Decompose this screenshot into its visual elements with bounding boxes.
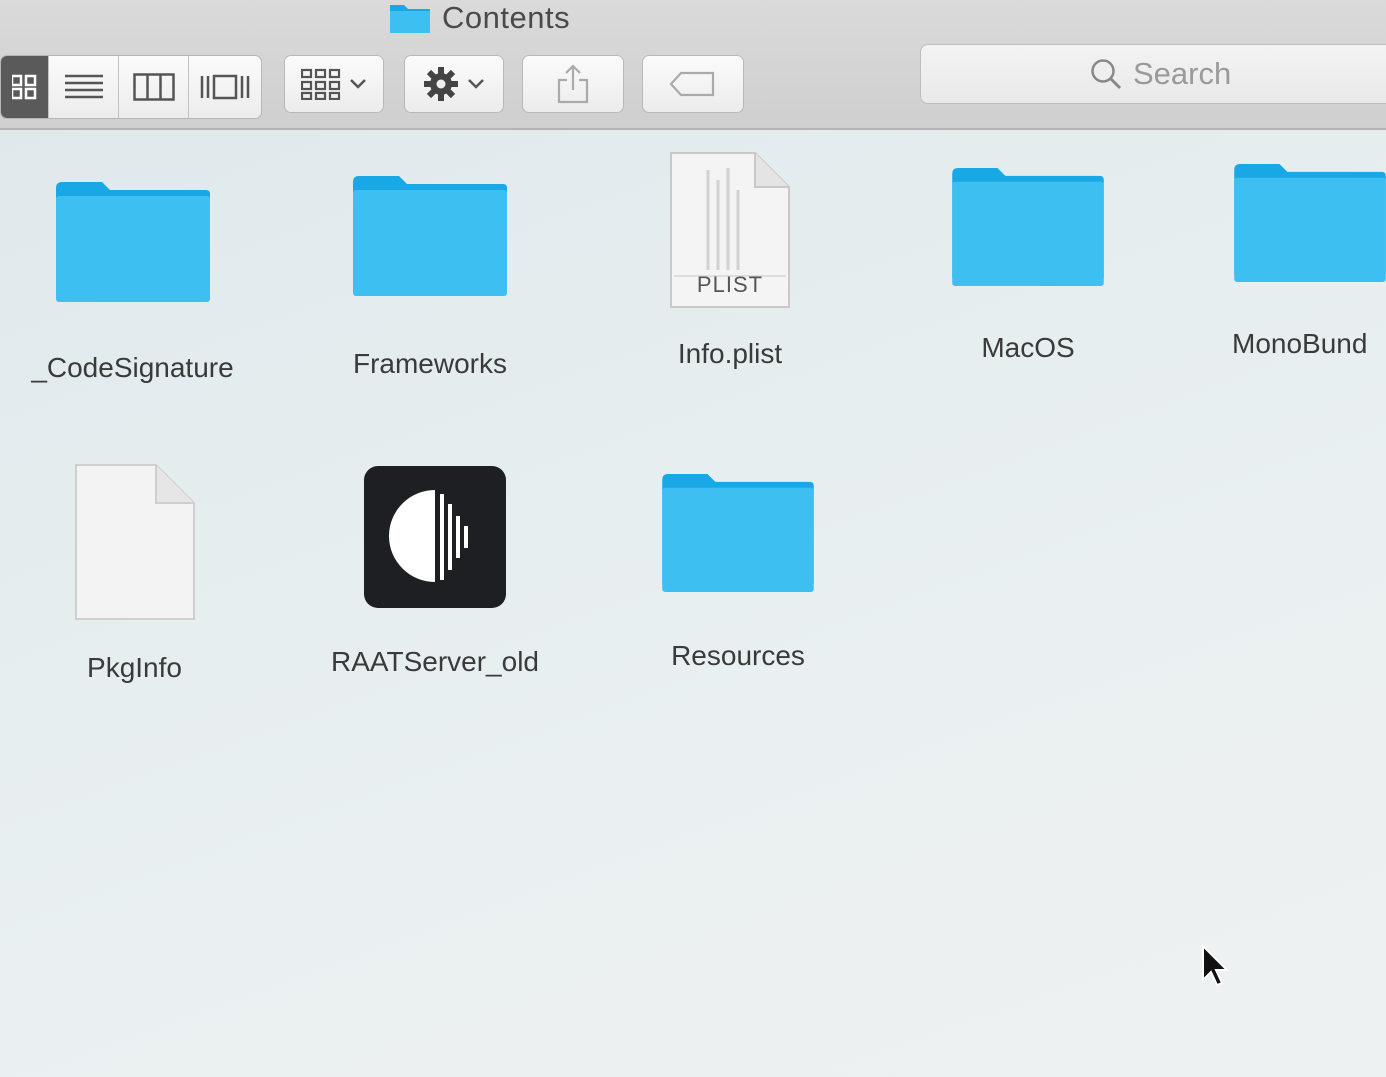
- search-icon: [1091, 59, 1122, 90]
- file-item-monobund[interactable]: MonoBund: [1232, 160, 1386, 360]
- file-browser-icon-grid: _CodeSignature Frameworks PLIST Info.pli…: [0, 130, 1386, 1077]
- finder-toolbar: Contents Search: [0, 0, 1386, 130]
- file-item-raatserver-old[interactable]: RAATServer_old: [305, 462, 565, 678]
- folder-icon: [952, 167, 1104, 287]
- document-icon: [74, 464, 195, 620]
- arrange-grid-icon: [301, 68, 341, 100]
- plist-badge: PLIST: [696, 272, 764, 297]
- file-item-codesignature[interactable]: _CodeSignature: [10, 174, 255, 384]
- cover-flow-icon: [200, 74, 250, 100]
- application-icon: [364, 466, 506, 608]
- column-view-icon: [132, 73, 175, 101]
- file-item-pkginfo[interactable]: PkgInfo: [12, 460, 257, 684]
- share-icon: [557, 64, 589, 104]
- file-name: Info.plist: [677, 338, 783, 369]
- icon-view-icon: [11, 74, 36, 100]
- column-view-button[interactable]: [119, 56, 189, 118]
- window-title: Contents: [388, 0, 570, 38]
- tag-button[interactable]: [642, 55, 744, 113]
- icon-view-button[interactable]: [1, 56, 49, 118]
- gear-icon: [424, 67, 458, 101]
- folder-icon: [353, 176, 507, 296]
- arrange-button[interactable]: [284, 55, 384, 113]
- file-name: _CodeSignature: [31, 352, 234, 383]
- mouse-cursor-icon: [1202, 944, 1230, 987]
- file-name: MonoBund: [1232, 328, 1368, 359]
- list-view-icon: [64, 74, 103, 99]
- cover-flow-view-button[interactable]: [189, 56, 261, 118]
- action-button[interactable]: [404, 55, 504, 113]
- window-title-text: Contents: [442, 0, 571, 35]
- chevron-down-icon: [350, 79, 366, 89]
- folder-icon: [662, 473, 814, 593]
- folder-icon: [390, 5, 430, 33]
- folder-icon: [55, 182, 210, 302]
- file-name: Resources: [671, 640, 805, 671]
- folder-icon: [1234, 163, 1386, 283]
- tag-icon: [669, 71, 715, 97]
- file-name: PkgInfo: [87, 652, 182, 683]
- file-name: RAATServer_old: [330, 646, 539, 677]
- file-name: Frameworks: [352, 348, 507, 379]
- search-placeholder: Search: [1133, 56, 1232, 91]
- file-item-frameworks[interactable]: Frameworks: [310, 170, 550, 380]
- file-item-resources[interactable]: Resources: [618, 470, 858, 672]
- file-item-info-plist[interactable]: PLIST Info.plist: [610, 148, 850, 370]
- file-item-macos[interactable]: MacOS: [908, 164, 1148, 364]
- file-name: MacOS: [981, 332, 1075, 363]
- chevron-down-icon: [468, 79, 484, 89]
- list-view-button[interactable]: [49, 56, 119, 118]
- search-field[interactable]: Search: [920, 44, 1386, 104]
- share-button[interactable]: [522, 55, 624, 113]
- view-mode-control[interactable]: [0, 55, 262, 119]
